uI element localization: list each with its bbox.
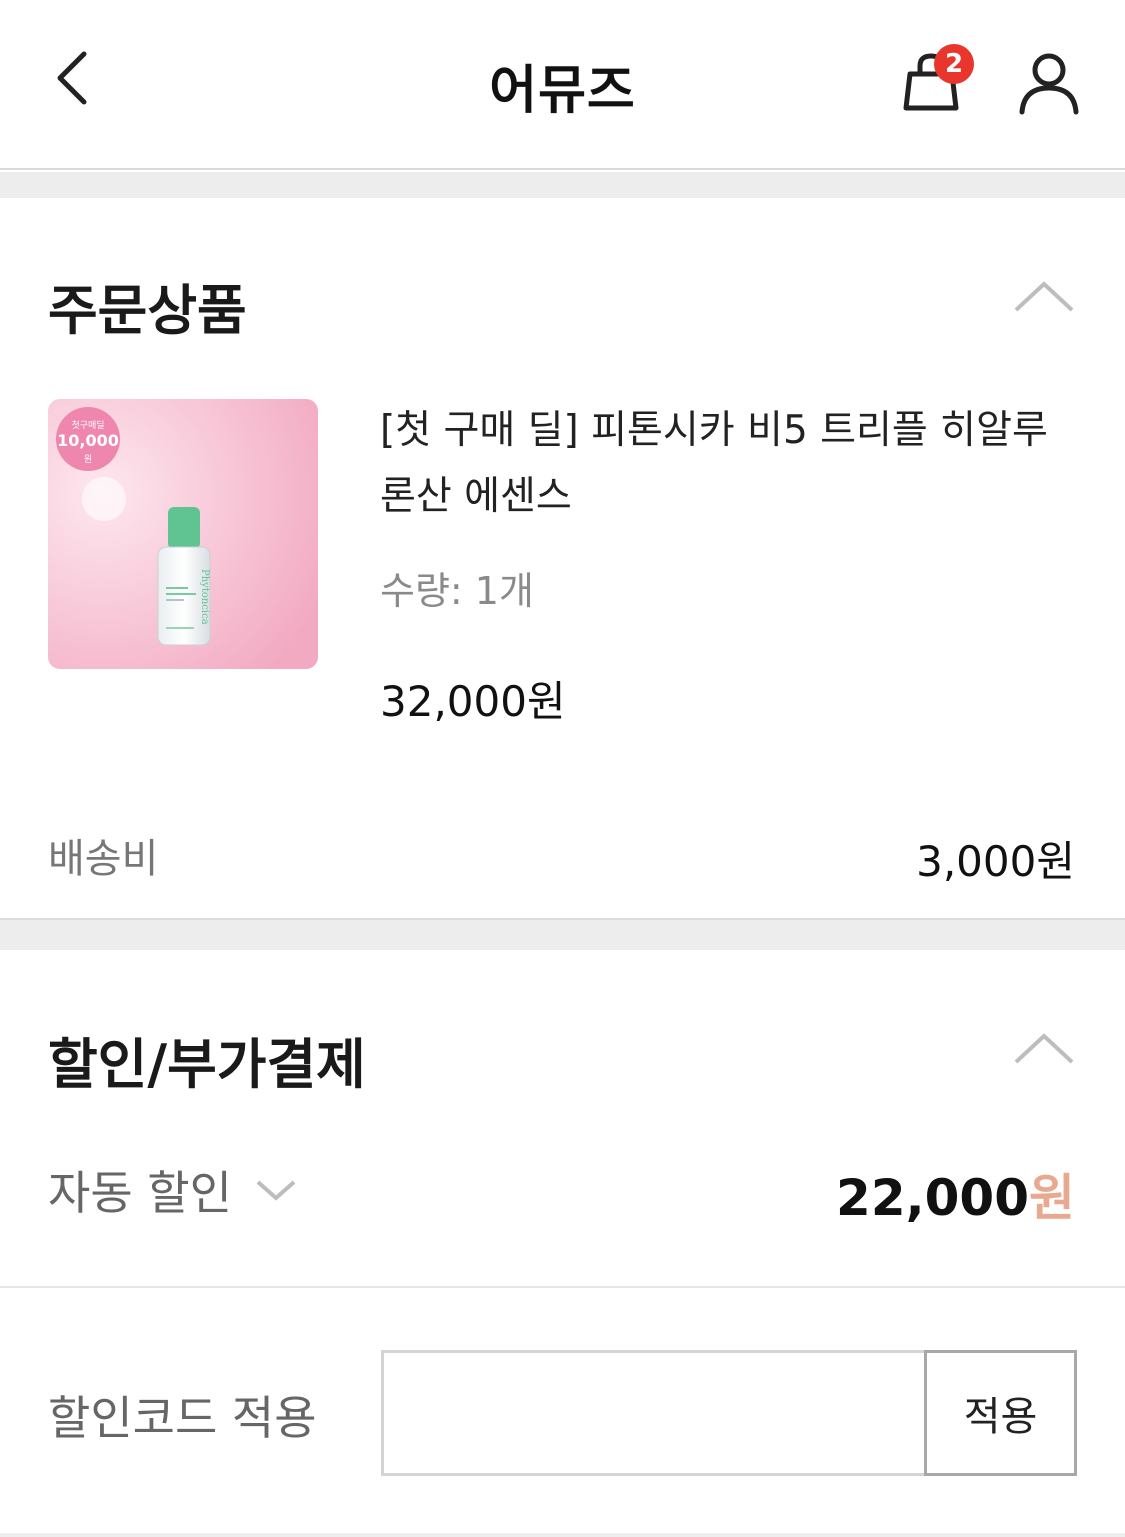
thumb-badge-label: 첫구매딜 <box>71 419 104 431</box>
product-name[interactable]: [첫 구매 딜] 피톤시카 비5 트리플 히알루론산 에센스 <box>380 398 1080 530</box>
thumb-badge-unit: 원 <box>84 454 92 465</box>
auto-discount-toggle[interactable]: 자동 할인 <box>48 1160 298 1220</box>
chevron-down-icon <box>256 1180 296 1201</box>
thumb-badge-amount: 10,000 <box>57 431 119 450</box>
order-section-title: 주문상품 <box>48 279 247 342</box>
discount-code-input[interactable] <box>381 1350 927 1476</box>
auto-discount-label: 자동 할인 <box>48 1166 232 1220</box>
app-header: 어뮤즈 2 <box>0 0 1125 170</box>
section-gap <box>0 918 1125 950</box>
product-thumbnail[interactable]: 첫구매딜 10,000 원 Phytoncica <box>48 399 318 669</box>
user-icon <box>1019 53 1079 115</box>
divider <box>0 1286 1125 1288</box>
product-image: 첫구매딜 10,000 원 Phytoncica <box>48 399 318 669</box>
apply-code-button[interactable]: 적용 <box>924 1350 1077 1476</box>
order-section-collapse-button[interactable] <box>1008 274 1080 318</box>
account-button[interactable] <box>1016 50 1082 116</box>
bottle-brand-text: Phytoncica <box>199 569 210 625</box>
product-price: 32,000원 <box>380 677 566 726</box>
discount-code-label: 할인코드 적용 <box>48 1391 317 1445</box>
cart-count-badge: 2 <box>934 44 974 84</box>
shipping-value: 3,000원 <box>916 837 1075 886</box>
product-quantity: 수량: 1개 <box>380 569 534 613</box>
divider <box>0 1533 1125 1537</box>
discount-section-collapse-button[interactable] <box>1008 1026 1080 1070</box>
shipping-label: 배송비 <box>48 836 159 882</box>
auto-discount-amount: 22,000원 <box>836 1158 1075 1230</box>
auto-discount-unit: 원 <box>1029 1169 1075 1227</box>
section-gap <box>0 172 1125 198</box>
chevron-up-icon <box>1014 281 1074 312</box>
chevron-up-icon <box>1014 1033 1074 1064</box>
discount-section-title: 할인/부가결제 <box>48 1033 366 1096</box>
auto-discount-number: 22,000 <box>836 1169 1029 1227</box>
